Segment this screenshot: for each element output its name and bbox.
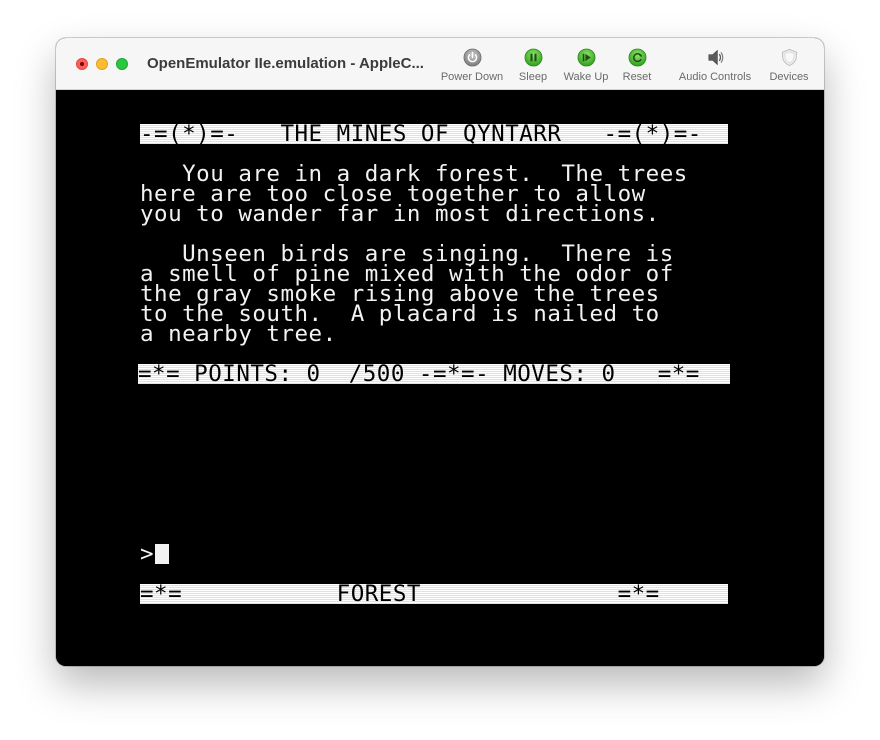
text-cursor[interactable]: [155, 544, 169, 564]
speaker-icon: [708, 49, 723, 66]
power-down-label: Power Down: [440, 71, 504, 83]
wake-up-button[interactable]: Wake Up: [559, 48, 613, 83]
audio-controls-label: Audio Controls: [678, 71, 752, 83]
location-bar: =*= FOREST =*=: [140, 583, 728, 605]
devices-label: Devices: [769, 71, 809, 83]
status-bar: =*= POINTS: 0 /500 -=*=- MOVES: 0 =*=: [138, 363, 730, 385]
emulator-screen[interactable]: -=(*)=- THE MINES OF QYNTARR -=(*)=- You…: [56, 90, 824, 666]
pause-icon: [524, 48, 542, 67]
play-icon: [577, 48, 595, 67]
command-prompt: >: [140, 541, 155, 567]
power-icon: [463, 48, 481, 67]
sleep-label: Sleep: [518, 71, 548, 83]
minimize-button[interactable]: [96, 58, 108, 70]
close-icon: [80, 62, 84, 66]
close-button[interactable]: [76, 58, 88, 70]
emulator-window: OpenEmulator IIe.emulation - AppleC... P…: [56, 38, 824, 666]
text-line: a nearby tree.: [140, 321, 337, 347]
shield-icon: [781, 48, 797, 67]
zoom-button[interactable]: [116, 58, 128, 70]
room-description-2: Unseen birds are singing. There is a sme…: [140, 243, 674, 347]
game-header: -=(*)=- THE MINES OF QYNTARR -=(*)=-: [140, 123, 728, 145]
reset-label: Reset: [622, 71, 652, 83]
window-title: OpenEmulator IIe.emulation - AppleC...: [147, 55, 424, 72]
wake-up-label: Wake Up: [563, 71, 609, 83]
reset-icon: [628, 48, 646, 67]
title-bar: OpenEmulator IIe.emulation - AppleC... P…: [56, 38, 824, 90]
power-down-button[interactable]: Power Down: [439, 48, 505, 83]
sleep-button[interactable]: Sleep: [514, 48, 552, 83]
room-description-1: You are in a dark forest. The trees here…: [140, 163, 688, 227]
reset-button[interactable]: Reset: [619, 48, 655, 83]
text-line: you to wander far in most directions.: [140, 201, 660, 227]
audio-controls-button[interactable]: Audio Controls: [674, 48, 756, 83]
devices-button[interactable]: Devices: [765, 48, 813, 83]
